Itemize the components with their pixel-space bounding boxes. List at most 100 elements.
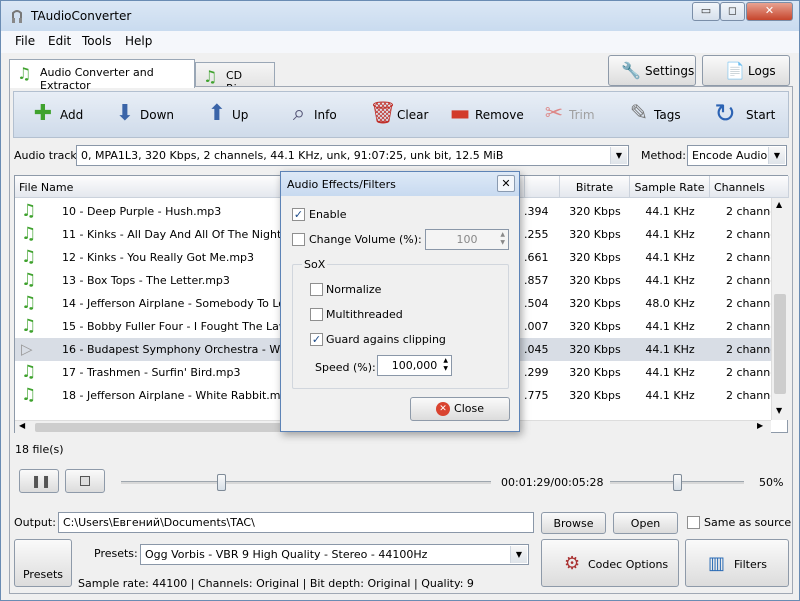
multithreaded-label: Multithreaded [326,308,403,321]
same-as-source-checkbox[interactable] [687,516,700,529]
settings-button[interactable]: 🔧 Settings [608,55,696,86]
spinner-arrows-icon: ▲ ▼ [443,357,448,372]
bitrate-cell: 320 Kbps [569,297,621,310]
duration-cell: .394 [524,205,549,218]
seek-slider-thumb[interactable] [216,474,226,491]
presets-value: Ogg Vorbis - VBR 9 High Quality - Stereo… [145,548,428,561]
codec-options-label: Codec Options [588,558,669,571]
guard-clipping-checkbox[interactable]: ✓ [310,333,323,346]
arrow-up-icon: ⬆ [207,101,227,126]
trim-button[interactable]: ✂ Trim [541,99,596,131]
filters-label: Filters [734,558,767,571]
browse-button[interactable]: Browse [541,512,606,534]
refresh-icon: ↻ [714,99,736,129]
speed-spinbox[interactable]: 100,000 ▲ ▼ [377,355,452,376]
pause-icon: ❚❚ [31,474,52,488]
up-button[interactable]: ⬆ Up [204,99,260,131]
sample-rate-cell: 44.1 KHz [645,343,695,356]
menu-edit[interactable]: Edit [48,34,71,48]
info-label: Info [314,108,337,122]
column-header-channels[interactable]: Channels [710,176,789,198]
sample-rate-cell: 44.1 KHz [645,389,695,402]
duration-cell: .045 [524,343,549,356]
bitrate-cell: 320 Kbps [569,389,621,402]
column-header-duration[interactable] [525,176,560,198]
file-count: 18 file(s) [15,443,64,456]
seek-slider[interactable] [121,481,491,484]
sample-rate-cell: 44.1 KHz [645,274,695,287]
music-note-icon: ♫ [21,316,37,336]
column-header-bitrate[interactable]: Bitrate [560,176,630,198]
sample-rate-cell: 44.1 KHz [645,366,695,379]
music-note-icon: ♫ [21,247,37,267]
music-note-icon: ♫ [21,201,37,221]
volume-spinbox[interactable]: 100 ▲ ▼ [425,229,509,250]
music-note-icon: ♫ [21,224,37,244]
output-label: Output: [14,516,56,529]
arrow-down-icon: ⬇ [115,101,135,126]
menu-help[interactable]: Help [125,34,152,48]
volume-slider-thumb[interactable] [673,474,682,491]
music-note-icon: ♫ [17,64,32,83]
filters-button[interactable]: ▥ Filters [685,539,789,587]
audio-track-value: 0, MPA1L3, 320 Kbps, 2 channels, 44.1 KH… [81,149,504,162]
down-button[interactable]: ⬇ Down [112,99,182,131]
maximize-button[interactable]: ◻ [720,2,745,21]
open-button[interactable]: Open [613,512,678,534]
duration-cell: .775 [524,389,549,402]
checkmark-icon: ✓ [293,208,304,221]
dialog-close-action-button[interactable]: ✕ Close [410,397,510,421]
tab-audio-converter[interactable]: ♫ Audio Converter and Extractor [9,59,195,92]
sox-group: SoX Normalize Multithreaded ✓ Guard agai… [292,258,509,389]
speed-spinbox-value: 100,000 [391,359,438,372]
scroll-right-icon: ▶ [757,421,764,430]
presets-select[interactable]: Ogg Vorbis - VBR 9 High Quality - Stereo… [140,544,529,565]
info-button[interactable]: ⌕ Info [286,99,346,131]
sample-rate-cell: 44.1 KHz [645,228,695,241]
scroll-left-icon: ◀ [19,421,26,430]
stop-button[interactable] [65,469,105,493]
normalize-checkbox[interactable] [310,283,323,296]
minimize-button[interactable]: ▭ [692,2,720,21]
minus-icon: ▬ [449,101,471,126]
enable-checkbox[interactable]: ✓ [292,208,305,221]
bitrate-cell: 320 Kbps [569,320,621,333]
audio-track-select[interactable]: 0, MPA1L3, 320 Kbps, 2 channels, 44.1 KH… [76,145,629,166]
logs-button[interactable]: 📄 Logs [702,55,790,86]
change-volume-checkbox[interactable] [292,233,305,246]
duration-cell: .504 [524,297,549,310]
sox-group-title: SoX [302,258,328,271]
menu-file[interactable]: File [15,34,35,48]
channels-cell: 2 channe [726,274,771,287]
add-button[interactable]: ✚ Add [30,99,92,131]
enable-label: Enable [309,208,347,221]
presets-button[interactable]: Presets [14,539,72,587]
clear-button[interactable]: 🗑 Clear [369,99,429,131]
guard-clipping-label: Guard agains clipping [326,333,446,346]
method-select[interactable]: Encode Audio ▼ [687,145,787,166]
menu-tools[interactable]: Tools [82,34,112,48]
multithreaded-checkbox[interactable] [310,308,323,321]
pause-button[interactable]: ❚❚ [19,469,59,493]
output-path-input[interactable]: C:\Users\Евгений\Documents\TAC\ [58,512,534,533]
output-path-value: C:\Users\Евгений\Documents\TAC\ [63,516,255,529]
add-label: Add [60,108,84,122]
equalizer-icon: ▥ [708,553,726,574]
down-label: Down [140,108,175,122]
codec-options-button[interactable]: ⚙ Codec Options [541,539,679,587]
remove-button[interactable]: ▬ Remove [447,99,527,131]
dialog-close-button[interactable]: ✕ [497,175,515,192]
up-label: Up [232,108,249,122]
stop-icon [80,476,90,486]
tags-button[interactable]: ✎ Tags [626,99,692,131]
tab-cd-ripper[interactable]: ♫ CD Ripper [195,62,275,95]
sample-rate-cell: 44.1 KHz [645,320,695,333]
column-header-sample-rate[interactable]: Sample Rate [630,176,710,198]
vertical-scroll-thumb[interactable] [774,294,786,394]
audio-track-label: Audio track: [14,149,81,162]
vertical-scrollbar[interactable]: ▲ ▼ [771,198,788,420]
start-button[interactable]: ↻ Start [712,99,778,131]
speed-label: Speed (%): [315,361,376,374]
close-window-button[interactable]: ✕ [746,2,793,21]
preset-info: Sample rate: 44100 | Channels: Original … [78,577,474,590]
